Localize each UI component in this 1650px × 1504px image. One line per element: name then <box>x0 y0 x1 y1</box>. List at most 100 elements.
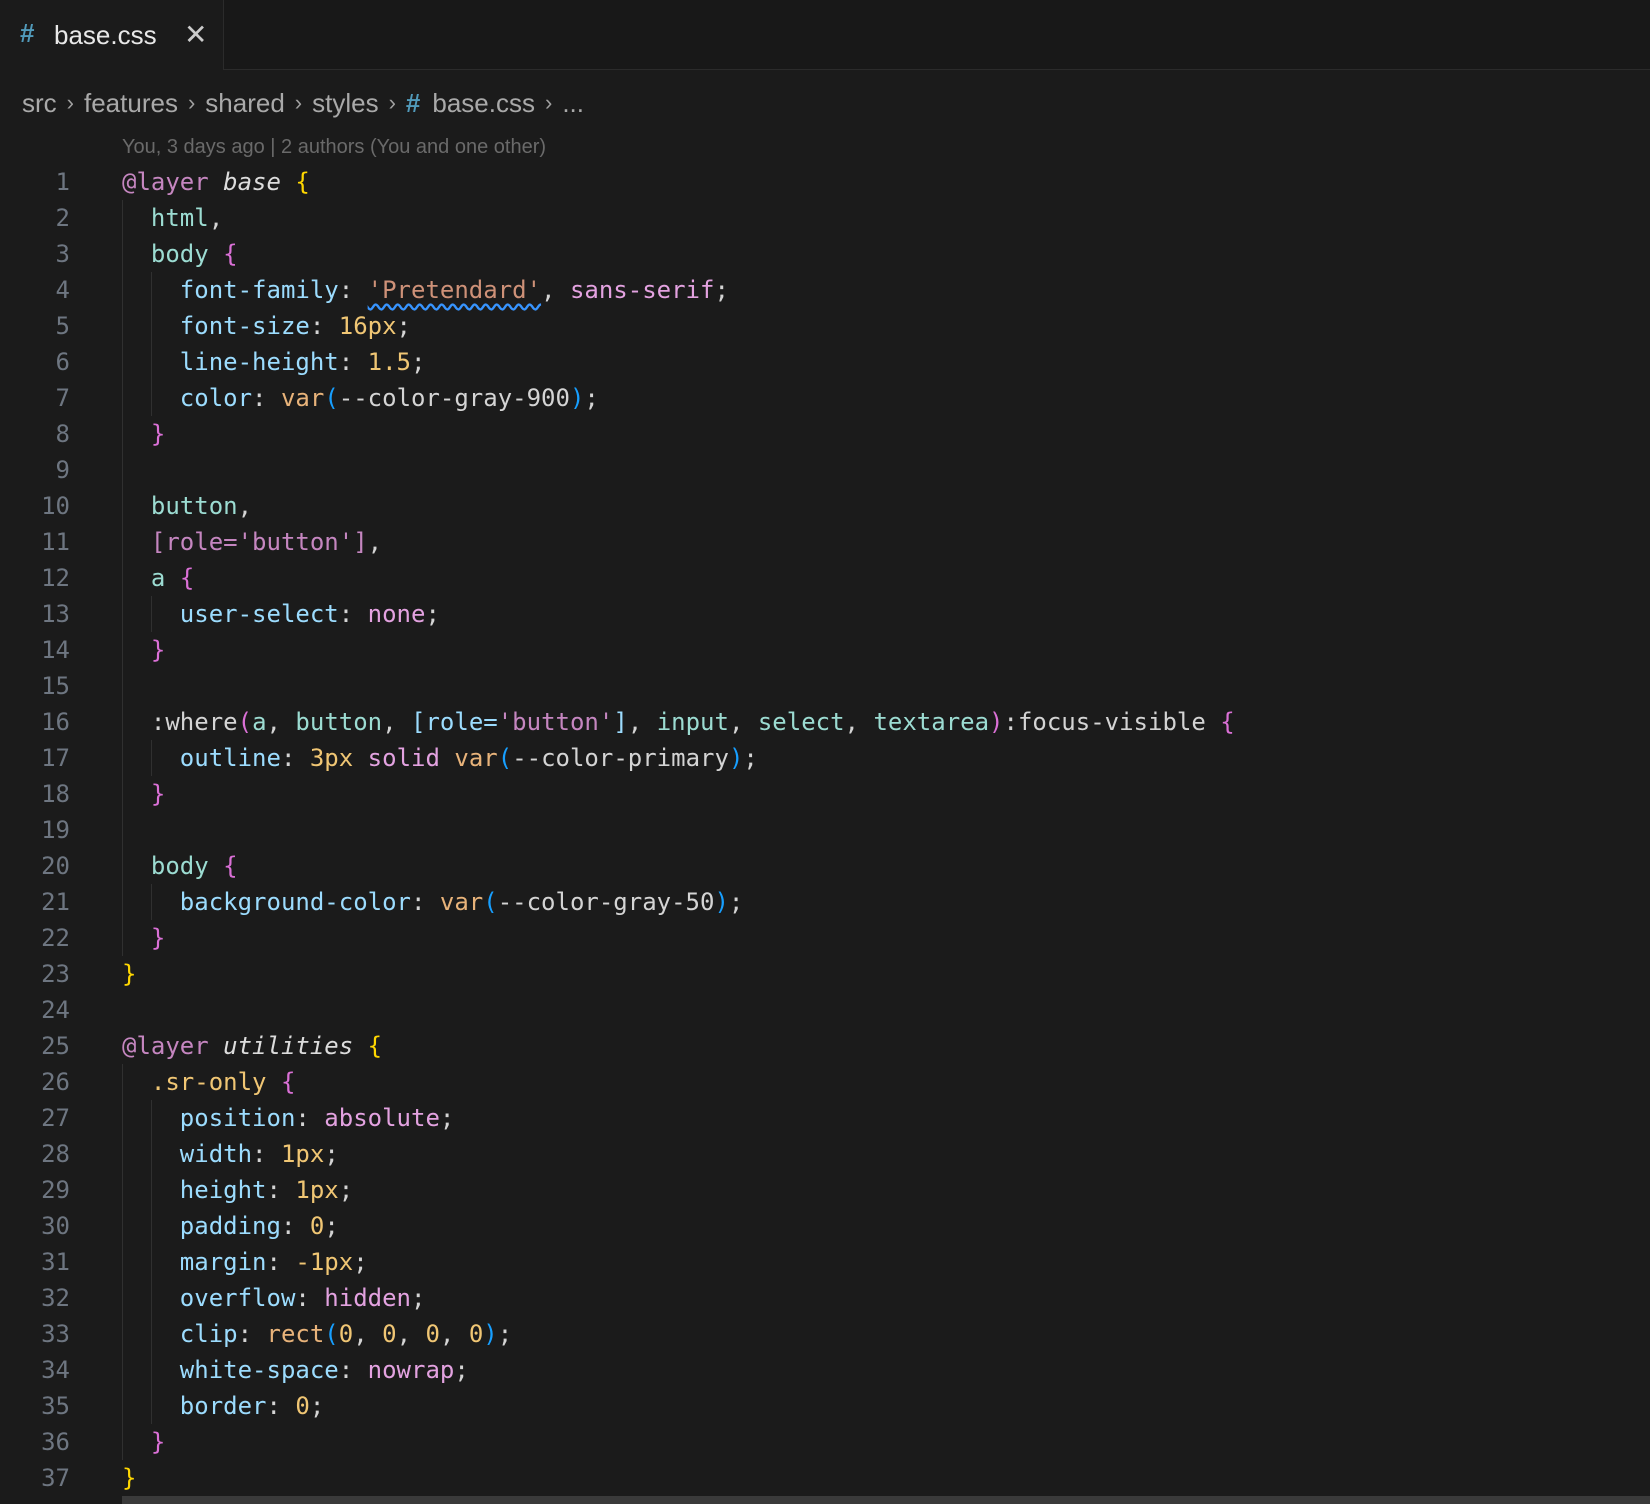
code-line: 4 font-family: 'Pretendard', sans-serif; <box>0 272 1650 308</box>
punctuation: , <box>382 708 412 736</box>
function-name: var <box>280 384 325 412</box>
selector: button <box>150 492 238 520</box>
code-line: 25 @layer utilities { <box>0 1028 1650 1064</box>
property: line-height <box>179 348 339 376</box>
punctuation: ; <box>396 312 411 340</box>
property: white-space <box>179 1356 339 1384</box>
brace: } <box>150 1428 166 1456</box>
code-line: 20 body { <box>0 848 1650 884</box>
selector: textarea <box>873 708 990 736</box>
tab-label: base.css <box>54 20 157 50</box>
code-line: 29 height: 1px; <box>0 1172 1650 1208</box>
code-line: 1 @layer base { <box>0 164 1650 200</box>
function-name: var <box>439 888 484 916</box>
line-number: 13 <box>41 600 70 628</box>
selector: button <box>295 708 383 736</box>
punctuation: ; <box>324 1140 339 1168</box>
horizontal-scrollbar[interactable] <box>122 1496 1650 1504</box>
code-line: 3 body { <box>0 236 1650 272</box>
css-file-icon: # <box>20 18 35 48</box>
code-line: 22 } <box>0 920 1650 956</box>
line-number: 36 <box>41 1428 70 1456</box>
breadcrumb-symbols[interactable]: ... <box>562 88 584 119</box>
paren: ( <box>497 744 513 772</box>
punctuation: : <box>237 1320 267 1348</box>
code-line: 16 :where(a, button, [role='button'], in… <box>0 704 1650 740</box>
punctuation: ; <box>353 1248 368 1276</box>
punctuation: : <box>309 312 339 340</box>
breadcrumb-file[interactable]: base.css <box>432 88 535 119</box>
code-editor[interactable]: 1 @layer base { 2 html, 3 body { 4 font-f… <box>0 164 1650 1496</box>
brace: { <box>223 852 238 880</box>
git-blame-annotation[interactable]: You, 3 days ago | 2 authors (You and one… <box>122 136 546 159</box>
line-number: 10 <box>41 492 70 520</box>
paren: ( <box>324 384 339 412</box>
code-line: 31 margin: -1px; <box>0 1244 1650 1280</box>
paren: ) <box>728 744 744 772</box>
line-number: 16 <box>41 708 70 736</box>
attribute-selector: [role= <box>150 528 238 556</box>
code-line: 37} <box>0 1460 1650 1496</box>
punctuation: ; <box>309 1392 325 1420</box>
punctuation: ; <box>454 1356 469 1384</box>
line-number: 28 <box>41 1140 70 1168</box>
property: width <box>179 1140 253 1168</box>
code-line: 34 white-space: nowrap; <box>0 1352 1650 1388</box>
string-value: 'button' <box>497 708 614 736</box>
string-value: 'Pretendard' <box>367 276 542 304</box>
attribute-selector: ] <box>613 708 628 736</box>
at-rule: @layer <box>122 1032 209 1060</box>
punctuation: ; <box>338 1176 354 1204</box>
paren: ) <box>989 708 1004 736</box>
pseudo-class: :focus-visible <box>1003 708 1206 736</box>
number-value: 3px <box>309 744 354 772</box>
line-number: 20 <box>41 852 70 880</box>
number-value: 0 <box>295 1392 310 1420</box>
line-number: 18 <box>41 780 70 808</box>
line-number: 33 <box>41 1320 70 1348</box>
breadcrumb-src[interactable]: src <box>22 88 57 119</box>
code-line: 36 } <box>0 1424 1650 1460</box>
code-line: 2 html, <box>0 200 1650 236</box>
punctuation: : <box>266 1392 296 1420</box>
code-line: 11 [role='button'], <box>0 524 1650 560</box>
variable-name: --color-primary <box>512 744 729 772</box>
chevron-right-icon: › <box>294 90 303 116</box>
code-line: 24 <box>0 992 1650 1028</box>
class-selector: .sr-only <box>150 1068 267 1096</box>
property: background-color <box>179 888 411 916</box>
line-number: 6 <box>55 348 70 376</box>
keyword-value: none <box>367 600 426 628</box>
code-line: 14 } <box>0 632 1650 668</box>
line-number: 1 <box>55 168 70 196</box>
property: position <box>179 1104 296 1132</box>
line-number: 27 <box>41 1104 70 1132</box>
selector: body <box>150 852 209 880</box>
number-value: 0 <box>309 1212 325 1240</box>
line-number: 17 <box>41 744 70 772</box>
variable-name: --color-gray-50 <box>497 888 715 916</box>
brace: { <box>367 1032 383 1060</box>
line-number: 26 <box>41 1068 70 1096</box>
code-line: 35 border: 0; <box>0 1388 1650 1424</box>
punctuation: : <box>280 744 310 772</box>
tab-base-css[interactable]: # base.css ✕ <box>0 0 224 70</box>
string-value: 'button' <box>237 528 354 556</box>
close-icon[interactable]: ✕ <box>184 18 207 51</box>
paren: ( <box>483 888 498 916</box>
line-number: 8 <box>55 420 70 448</box>
breadcrumb-features[interactable]: features <box>84 88 178 119</box>
property: user-select <box>179 600 339 628</box>
line-number: 5 <box>55 312 70 340</box>
code-line: 10 button, <box>0 488 1650 524</box>
brace: { <box>223 240 238 268</box>
paren: ( <box>324 1320 339 1348</box>
breadcrumb-shared[interactable]: shared <box>205 88 285 119</box>
breadcrumb-styles[interactable]: styles <box>312 88 378 119</box>
punctuation: ; <box>411 1284 426 1312</box>
code-line: 33 clip: rect(0, 0, 0, 0); <box>0 1316 1650 1352</box>
line-number: 3 <box>55 240 70 268</box>
punctuation: , <box>367 528 383 556</box>
property: outline <box>179 744 281 772</box>
punctuation: : <box>338 276 368 304</box>
